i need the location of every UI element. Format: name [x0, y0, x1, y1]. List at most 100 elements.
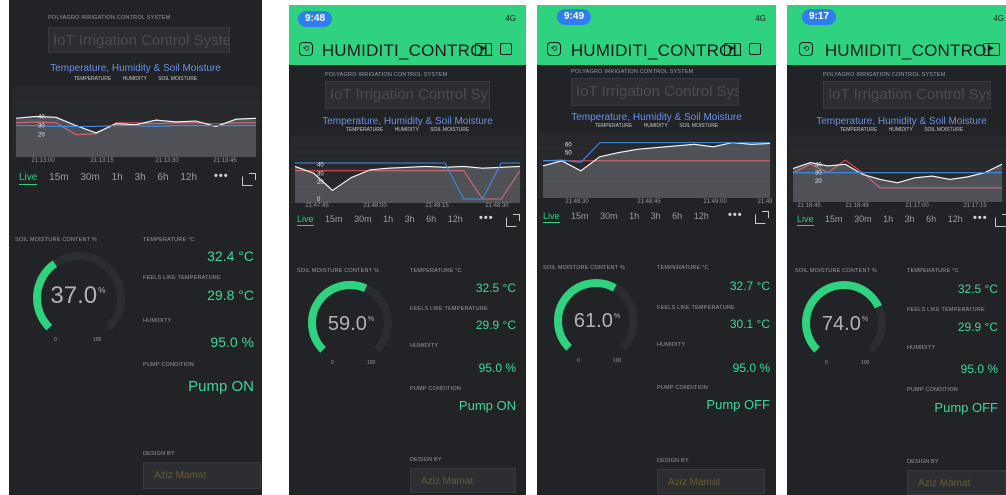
design-name-box[interactable]: Aziz Mamat: [907, 470, 1006, 495]
y-tick-label: 50: [565, 151, 572, 157]
time-label: 21:13:45: [213, 158, 237, 164]
design-name-box[interactable]: Aziz Mamat: [143, 462, 261, 489]
more-dots-icon[interactable]: •••: [728, 209, 743, 221]
soil-label: SOIL MOISTURE CONTENT %: [543, 265, 625, 271]
tab-30m[interactable]: 30m: [354, 214, 372, 224]
design-label: DESIGN BY: [143, 451, 175, 457]
temperature-label: TEMPERATURE °C: [410, 268, 462, 274]
soil-label: SOIL MOISTURE CONTENT %: [15, 237, 97, 243]
tab-30m[interactable]: 30m: [600, 211, 618, 221]
legend-temperature: TEMPERATURE: [345, 127, 384, 133]
time-label: 21:48:15: [425, 203, 449, 209]
share-icon[interactable]: [506, 214, 520, 227]
line-chart[interactable]: 40 30 20: [789, 135, 1006, 202]
tab-30m[interactable]: 30m: [854, 214, 872, 224]
line-chart[interactable]: 4030200: [291, 135, 524, 203]
system-label: POLYAGRO IRRIGATION CONTROL SYSTEM: [325, 72, 448, 78]
square-icon[interactable]: [500, 43, 512, 55]
tv-icon[interactable]: ▶: [724, 43, 741, 56]
tab-15m[interactable]: 15m: [49, 172, 68, 183]
more-dots-icon[interactable]: •••: [479, 212, 494, 224]
share-icon[interactable]: [755, 211, 769, 224]
tab-live[interactable]: Live: [297, 214, 314, 226]
y-tick-label: 20: [317, 180, 324, 186]
tab-12h[interactable]: 12h: [948, 214, 963, 224]
humidity-value: 95.0 %: [732, 361, 770, 375]
square-icon[interactable]: [749, 43, 761, 55]
tab-15m[interactable]: 15m: [825, 214, 843, 224]
temperature-value: 32.4 °C: [207, 248, 254, 264]
tab-3h[interactable]: 3h: [905, 214, 915, 224]
system-label: POLYAGRO IRRIGATION CONTROL SYSTEM: [48, 15, 171, 21]
soil-value: 74.0%: [821, 313, 869, 335]
status-bar: 9:17 4G: [787, 5, 1006, 35]
legend-temperature: TEMPERATURE: [594, 123, 633, 129]
title-input[interactable]: IoT Irrigation Control System: [325, 81, 490, 109]
time-label: 21:16:45: [797, 203, 821, 209]
chart-legend: TEMPERATURE HUMIDITY SOIL MOISTURE: [289, 127, 526, 133]
more-dots-icon[interactable]: •••: [973, 212, 988, 224]
share-icon[interactable]: [242, 173, 256, 186]
tab-1h[interactable]: 1h: [383, 214, 393, 224]
feels-like-label: FEELS LIKE TEMPERATURE: [143, 275, 221, 281]
tab-30m[interactable]: 30m: [80, 172, 99, 183]
tab-3h[interactable]: 3h: [651, 211, 661, 221]
feels-like-value: 29.8 °C: [207, 287, 254, 303]
signal-icon: 4G: [755, 14, 766, 23]
tab-live[interactable]: Live: [19, 172, 38, 185]
tab-15m[interactable]: 15m: [325, 214, 343, 224]
tab-1h[interactable]: 1h: [112, 172, 123, 183]
line-chart[interactable]: 40 30 20: [12, 85, 260, 157]
tab-15m[interactable]: 15m: [571, 211, 589, 221]
screen-3: 9:49 4G ⟲ HUMIDITI_CONTROL ▶ POLYAGRO IR…: [537, 5, 776, 495]
tv-icon[interactable]: ▶: [475, 43, 492, 56]
tab-3h[interactable]: 3h: [135, 172, 146, 183]
chart-title: Temperature, Humidity & Soil Moisture: [50, 63, 221, 74]
tab-3h[interactable]: 3h: [405, 214, 415, 224]
tab-12h[interactable]: 12h: [694, 211, 709, 221]
design-label: DESIGN BY: [907, 459, 939, 465]
tab-6h[interactable]: 6h: [426, 214, 436, 224]
title-input[interactable]: IoT Irrigation Control System: [823, 81, 991, 109]
soil-value: 59.0%: [327, 313, 375, 335]
chart-title: Temperature, Humidity & Soil Moisture: [571, 112, 742, 123]
tab-6h[interactable]: 6h: [926, 214, 936, 224]
legend-soil-moisture: SOIL MOISTURE: [158, 76, 198, 82]
screen-2: 9:48 4G ⟲ HUMIDITI_CONTROL ▶ POLYAGRO IR…: [289, 5, 526, 495]
title-input[interactable]: IoT Irrigation Control System: [48, 27, 230, 53]
chart-title: Temperature, Humidity & Soil Moisture: [816, 116, 987, 127]
pump-label: PUMP CONDITION: [143, 362, 194, 368]
app-bar: ⟲ HUMIDITI_CONTROL ▶: [787, 35, 1006, 65]
design-label: DESIGN BY: [657, 458, 689, 464]
gauge-max: 100: [861, 360, 870, 366]
app-title: HUMIDITI_CONTROL: [824, 41, 997, 60]
soil-value: 37.0%: [50, 282, 106, 309]
tab-6h[interactable]: 6h: [157, 172, 168, 183]
design-name-box[interactable]: Aziz Mamat: [657, 469, 765, 494]
tv-icon[interactable]: ▶: [983, 43, 1000, 56]
time-label: 21:48:00: [363, 203, 387, 209]
soil-value: 61.0%: [573, 310, 621, 332]
legend-temperature: TEMPERATURE: [839, 127, 878, 133]
tab-1h[interactable]: 1h: [883, 214, 893, 224]
tab-live[interactable]: Live: [543, 211, 560, 223]
y-tick-label: 40: [317, 163, 324, 169]
tab-6h[interactable]: 6h: [672, 211, 682, 221]
status-bar: 9:48 4G: [289, 5, 526, 35]
more-dots-icon[interactable]: •••: [214, 170, 229, 182]
time-label: 21:49: [757, 199, 773, 205]
time-label: 21:16:49: [845, 203, 869, 209]
line-chart[interactable]: 60 50: [539, 132, 774, 198]
tab-1h[interactable]: 1h: [629, 211, 639, 221]
tab-live[interactable]: Live: [797, 214, 814, 226]
title-input[interactable]: IoT Irrigation Control System: [571, 78, 739, 106]
tab-12h[interactable]: 12h: [180, 172, 197, 183]
temperature-value: 32.5 °C: [957, 282, 998, 296]
share-icon[interactable]: [995, 214, 1006, 227]
gauge-min: 0: [54, 337, 57, 343]
tab-12h[interactable]: 12h: [448, 214, 463, 224]
time-label: 21:48:30: [485, 203, 509, 209]
design-name-box[interactable]: Aziz Mamat: [410, 468, 516, 493]
legend-soil-moisture: SOIL MOISTURE: [924, 127, 964, 133]
feels-like-value: 29.9 °C: [475, 318, 516, 332]
